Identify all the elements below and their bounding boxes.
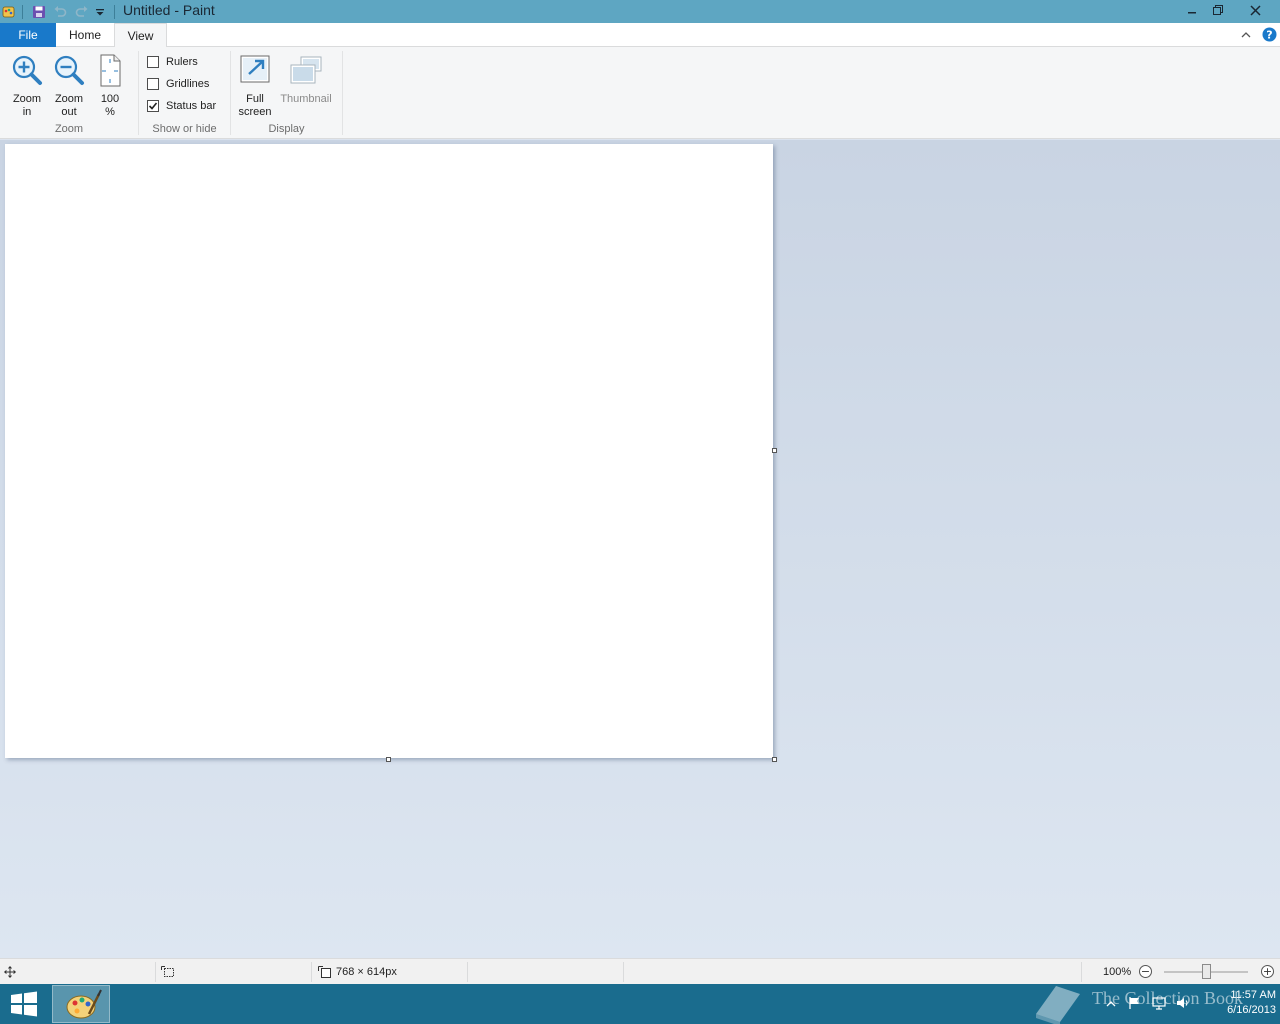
status-bar: 768 × 614px 100% − + <box>0 958 1280 984</box>
minimize-button[interactable] <box>1180 0 1204 20</box>
volume-icon[interactable] <box>1176 996 1190 1013</box>
resize-handle-bottom[interactable] <box>386 757 391 762</box>
taskbar-clock[interactable]: 11:57 AM 6/16/2013 <box>1200 988 1276 1018</box>
ribbon-tab-bar: File Home View ? <box>0 23 1280 48</box>
ribbon-view: Zoom in Zoom out 100 % Zoom Rulers Gridl… <box>0 47 1280 139</box>
zoom-slider-thumb[interactable] <box>1202 964 1211 979</box>
image-size-indicator: 768 × 614px <box>318 959 397 985</box>
taskbar-paint-app[interactable] <box>52 985 110 1023</box>
windows-start-button[interactable] <box>8 990 40 1018</box>
checkmark-icon <box>148 102 158 110</box>
status-bar-checkbox-box[interactable] <box>147 100 159 112</box>
resize-handle-corner[interactable] <box>772 757 777 762</box>
rulers-label: Rulers <box>166 56 198 68</box>
customize-qat-dropdown-icon[interactable] <box>92 4 108 20</box>
thumbnail-label: Thumbnail <box>280 93 332 105</box>
gridlines-label: Gridlines <box>166 78 210 90</box>
full-screen-icon <box>240 55 270 83</box>
qat-divider <box>22 4 23 19</box>
zoom-level-text: 100% <box>1103 966 1132 978</box>
minimize-ribbon-icon[interactable] <box>1238 23 1254 46</box>
system-tray <box>1106 984 1196 1024</box>
tab-view[interactable]: View <box>114 23 167 48</box>
zoom-in-button[interactable]: Zoom in <box>8 53 46 119</box>
zoom-out-button[interactable]: Zoom out <box>50 53 88 119</box>
zoom-100-button[interactable]: 100 % <box>92 53 128 119</box>
zoom-group-label: Zoom <box>54 123 84 135</box>
tab-home[interactable]: Home <box>61 23 109 47</box>
network-icon[interactable] <box>1152 996 1166 1013</box>
paint-palette-icon <box>66 989 102 1019</box>
zoom-out-small-button[interactable]: − <box>1139 965 1152 978</box>
full-screen-label: Full screen <box>238 93 272 118</box>
image-size-text: 768 × 614px <box>336 966 397 978</box>
clock-time: 11:57 AM <box>1230 989 1276 1001</box>
resize-handle-right[interactable] <box>772 448 777 453</box>
zoom-in-label: Zoom in <box>12 93 42 118</box>
svg-text:?: ? <box>1266 29 1272 42</box>
gridlines-checkbox-box[interactable] <box>147 78 159 90</box>
zoom-out-label: Zoom out <box>54 93 84 118</box>
quick-access-toolbar <box>0 0 115 23</box>
book-logo-icon <box>1036 986 1080 1024</box>
windows-logo-icon <box>11 991 37 1017</box>
thumbnail-button: Thumbnail <box>277 53 335 106</box>
zoom-in-icon <box>12 55 42 85</box>
help-icon[interactable]: ? <box>1260 23 1278 46</box>
rulers-checkbox-box[interactable] <box>147 56 159 68</box>
page-icon <box>100 54 121 87</box>
image-size-icon <box>318 966 331 978</box>
undo-icon[interactable] <box>52 4 68 20</box>
ribbon-separator <box>342 51 343 135</box>
gridlines-checkbox[interactable]: Gridlines <box>147 76 209 92</box>
tab-file[interactable]: File <box>0 23 56 47</box>
status-divider <box>155 962 156 982</box>
display-group-label: Display <box>268 123 305 135</box>
close-button[interactable] <box>1242 0 1268 20</box>
clock-date: 6/16/2013 <box>1227 1004 1276 1016</box>
canvas-workspace[interactable] <box>0 140 1280 958</box>
zoom-out-icon <box>54 55 84 85</box>
action-center-flag-icon[interactable] <box>1128 996 1142 1013</box>
full-screen-button[interactable]: Full screen <box>235 53 275 119</box>
status-divider <box>1081 962 1082 982</box>
rulers-checkbox[interactable]: Rulers <box>147 54 198 70</box>
redo-icon[interactable] <box>74 4 90 20</box>
qat-divider <box>114 4 115 19</box>
title-bar: Untitled - Paint <box>0 0 1280 23</box>
zoom-100-label: 100 % <box>100 93 120 118</box>
status-divider <box>467 962 468 982</box>
show-or-hide-group-label: Show or hide <box>152 123 217 135</box>
selection-size-icon <box>161 959 175 985</box>
status-divider <box>623 962 624 982</box>
restore-button[interactable] <box>1206 0 1230 20</box>
paint-app-icon[interactable] <box>1 4 17 20</box>
status-bar-checkbox[interactable]: Status bar <box>147 98 216 114</box>
window-title: Untitled - Paint <box>123 2 215 18</box>
thumbnail-icon <box>290 56 322 84</box>
cursor-position-icon <box>4 959 16 985</box>
drawing-canvas[interactable] <box>5 144 773 758</box>
status-divider <box>311 962 312 982</box>
save-icon[interactable] <box>31 4 47 20</box>
show-hidden-icons-icon[interactable] <box>1106 997 1116 1011</box>
zoom-in-small-button[interactable]: + <box>1261 965 1274 978</box>
status-bar-label: Status bar <box>166 100 217 112</box>
